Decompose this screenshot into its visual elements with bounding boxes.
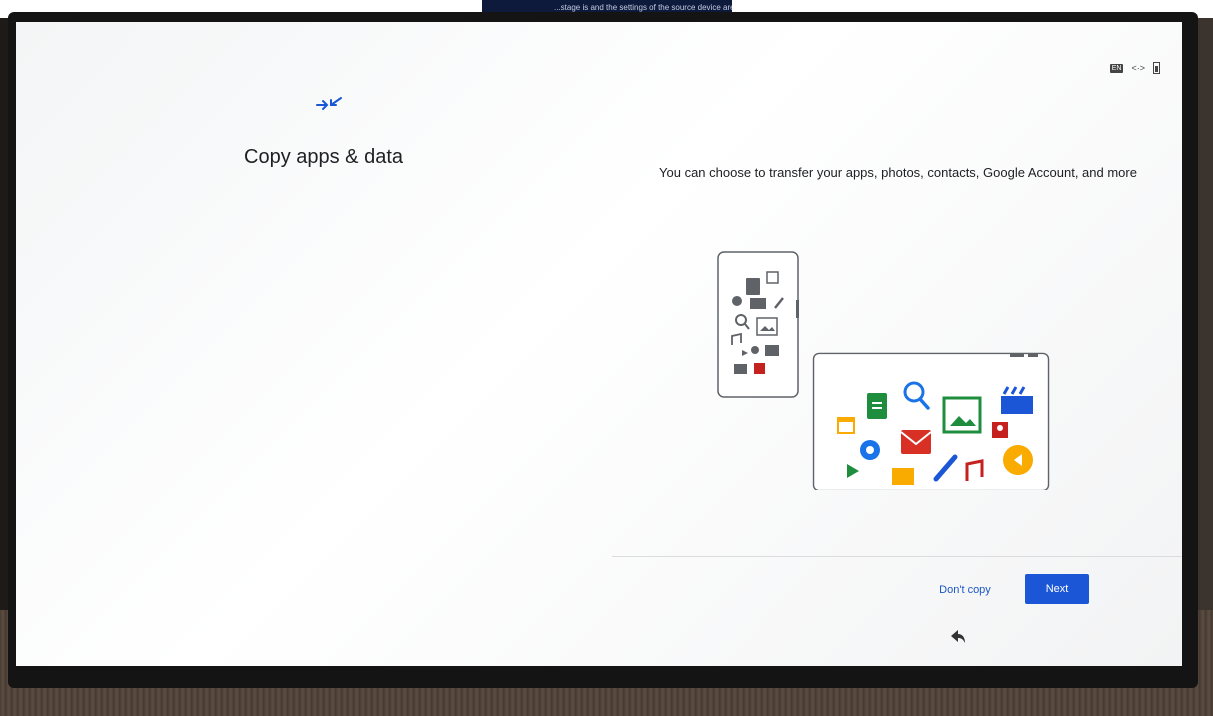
dont-copy-button[interactable]: Don't copy	[924, 575, 1006, 605]
next-button[interactable]: Next	[1025, 574, 1089, 604]
transfer-arrows-icon	[316, 97, 342, 110]
keyboard-indicator-icon: EN	[1109, 63, 1124, 73]
page-title: Copy apps & data	[244, 146, 403, 168]
action-divider	[612, 556, 1182, 557]
battery-icon	[1153, 62, 1160, 74]
page-description: You can choose to transfer your apps, ph…	[659, 165, 1137, 180]
back-arrow-icon[interactable]	[950, 630, 966, 644]
status-bar: EN <·>	[1109, 62, 1160, 74]
setup-screen: EN <·> Copy apps & data You can choose t…	[16, 22, 1182, 666]
transfer-illustration	[717, 251, 1050, 490]
sync-icon: <·>	[1131, 63, 1145, 73]
